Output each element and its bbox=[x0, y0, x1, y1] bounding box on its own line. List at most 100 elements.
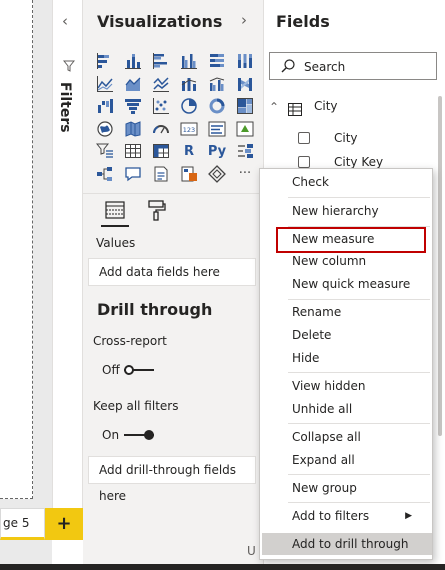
waterfall-chart-icon[interactable] bbox=[91, 95, 119, 118]
drill-through-title: Drill through bbox=[97, 300, 213, 319]
menu-separator bbox=[288, 423, 430, 424]
submenu-arrow-icon: ▶ bbox=[405, 511, 412, 521]
r-script-icon[interactable]: R bbox=[175, 140, 203, 163]
menu-item-delete[interactable]: Delete bbox=[260, 324, 432, 346]
filled-map-icon[interactable] bbox=[119, 118, 147, 141]
menu-item-new-quick-measure[interactable]: New quick measure bbox=[260, 273, 432, 295]
decomposition-tree-icon[interactable] bbox=[91, 163, 119, 186]
menu-item-hide[interactable]: Hide bbox=[260, 347, 432, 369]
qa-icon[interactable] bbox=[119, 163, 147, 186]
treemap-icon[interactable] bbox=[231, 95, 259, 118]
multi-row-card-icon[interactable] bbox=[203, 118, 231, 141]
page-tab[interactable]: ge 5 bbox=[0, 508, 45, 540]
visualizations-title: Visualizations bbox=[97, 12, 223, 31]
menu-item-add-to-drill-through[interactable]: Add to drill through bbox=[262, 533, 432, 555]
menu-item-rename[interactable]: Rename bbox=[260, 301, 432, 323]
matrix-icon[interactable] bbox=[147, 140, 175, 163]
filters-label[interactable]: Filters bbox=[57, 82, 73, 133]
donut-chart-icon[interactable] bbox=[203, 95, 231, 118]
field-checkbox[interactable] bbox=[298, 156, 310, 168]
card-icon[interactable]: 123 bbox=[175, 118, 203, 141]
clustered-column-chart-icon[interactable] bbox=[175, 50, 203, 73]
paginated-report-icon[interactable] bbox=[175, 163, 203, 186]
scatter-chart-icon[interactable] bbox=[147, 95, 175, 118]
pie-chart-icon[interactable] bbox=[175, 95, 203, 118]
search-input[interactable] bbox=[304, 57, 432, 77]
menu-item-label: Add to filters bbox=[292, 509, 370, 523]
drill-through-field-well[interactable]: Add drill-through fields here bbox=[88, 456, 256, 503]
fields-title: Fields bbox=[276, 12, 330, 31]
field-name: City bbox=[334, 131, 358, 145]
clustered-bar-chart-icon[interactable] bbox=[147, 50, 175, 73]
add-page-button[interactable]: + bbox=[45, 508, 83, 540]
field-name: City Key bbox=[334, 155, 384, 169]
table-name: City bbox=[314, 99, 338, 113]
field-item-city[interactable]: City bbox=[298, 130, 438, 148]
cross-report-toggle[interactable] bbox=[124, 365, 154, 375]
key-influencers-icon[interactable] bbox=[231, 140, 259, 163]
annotation-highlight-box bbox=[276, 227, 426, 253]
visual-picker-grid: 123 R Py ··· bbox=[91, 50, 259, 185]
map-icon[interactable] bbox=[91, 118, 119, 141]
fields-scrollbar[interactable] bbox=[438, 96, 442, 436]
line-and-clustered-column-chart-icon[interactable] bbox=[203, 73, 231, 96]
status-text: U bbox=[247, 544, 256, 558]
menu-item-view-hidden[interactable]: View hidden bbox=[260, 375, 432, 397]
format-paintbrush-icon[interactable] bbox=[146, 199, 166, 221]
expand-filters-chevron-icon[interactable]: ‹ bbox=[62, 12, 68, 30]
funnel-chart-icon[interactable] bbox=[119, 95, 147, 118]
ribbon-chart-icon[interactable] bbox=[231, 73, 259, 96]
gauge-icon[interactable] bbox=[147, 118, 175, 141]
cross-report-state-label: Off bbox=[102, 363, 120, 377]
menu-item-new-group[interactable]: New group bbox=[260, 477, 432, 499]
menu-separator bbox=[288, 299, 430, 300]
search-box[interactable] bbox=[269, 52, 437, 80]
visualizations-pane: Visualizations › 123 R Py ··· Values Add… bbox=[83, 0, 264, 570]
power-apps-icon[interactable] bbox=[203, 163, 231, 186]
menu-item-unhide-all[interactable]: Unhide all bbox=[260, 398, 432, 420]
menu-separator bbox=[288, 372, 430, 373]
collapse-visualizations-chevron-icon[interactable]: › bbox=[241, 11, 247, 29]
stacked-column-chart-icon[interactable] bbox=[119, 50, 147, 73]
menu-item-check[interactable]: Check bbox=[260, 171, 432, 193]
smart-narrative-icon[interactable] bbox=[147, 163, 175, 186]
kpi-icon[interactable] bbox=[231, 118, 259, 141]
values-label: Values bbox=[96, 236, 136, 250]
100-stacked-column-chart-icon[interactable] bbox=[231, 50, 259, 73]
slicer-icon[interactable] bbox=[91, 140, 119, 163]
menu-item-expand-all[interactable]: Expand all bbox=[260, 449, 432, 471]
table-icon bbox=[288, 101, 302, 116]
filters-pane[interactable]: ‹ Filters bbox=[52, 0, 83, 508]
divider bbox=[83, 193, 264, 194]
field-checkbox[interactable] bbox=[298, 132, 310, 144]
report-page[interactable] bbox=[0, 0, 33, 499]
100-stacked-bar-chart-icon[interactable] bbox=[203, 50, 231, 73]
keep-all-filters-toggle[interactable] bbox=[124, 430, 154, 440]
stacked-bar-chart-icon[interactable] bbox=[91, 50, 119, 73]
table-visual-icon[interactable] bbox=[119, 140, 147, 163]
cross-report-label: Cross-report bbox=[93, 334, 167, 348]
menu-item-add-to-filters[interactable]: Add to filters ▶ bbox=[260, 505, 432, 527]
menu-separator bbox=[288, 197, 430, 198]
python-visual-icon[interactable]: Py bbox=[203, 140, 231, 163]
line-chart-icon[interactable] bbox=[91, 73, 119, 96]
menu-item-new-column[interactable]: New column bbox=[260, 250, 432, 272]
table-city[interactable]: ⌃ City bbox=[269, 98, 439, 118]
menu-item-new-hierarchy[interactable]: New hierarchy bbox=[260, 200, 432, 222]
menu-separator bbox=[288, 474, 430, 475]
values-field-well[interactable]: Add data fields here bbox=[88, 258, 256, 286]
menu-item-collapse-all[interactable]: Collapse all bbox=[260, 426, 432, 448]
svg-text:123: 123 bbox=[183, 126, 195, 134]
search-icon bbox=[280, 58, 296, 74]
more-visuals-icon[interactable]: ··· bbox=[231, 163, 259, 186]
menu-separator bbox=[288, 502, 430, 503]
active-tab-indicator bbox=[101, 225, 129, 227]
keep-all-filters-state-label: On bbox=[102, 428, 120, 442]
stacked-area-chart-icon[interactable] bbox=[147, 73, 175, 96]
collapse-caret-icon[interactable]: ⌃ bbox=[269, 100, 279, 114]
line-and-column-chart-icon[interactable] bbox=[175, 73, 203, 96]
fields-tab-icon[interactable] bbox=[104, 199, 126, 221]
filter-icon bbox=[62, 60, 76, 75]
area-chart-icon[interactable] bbox=[119, 73, 147, 96]
report-canvas[interactable] bbox=[0, 0, 52, 570]
